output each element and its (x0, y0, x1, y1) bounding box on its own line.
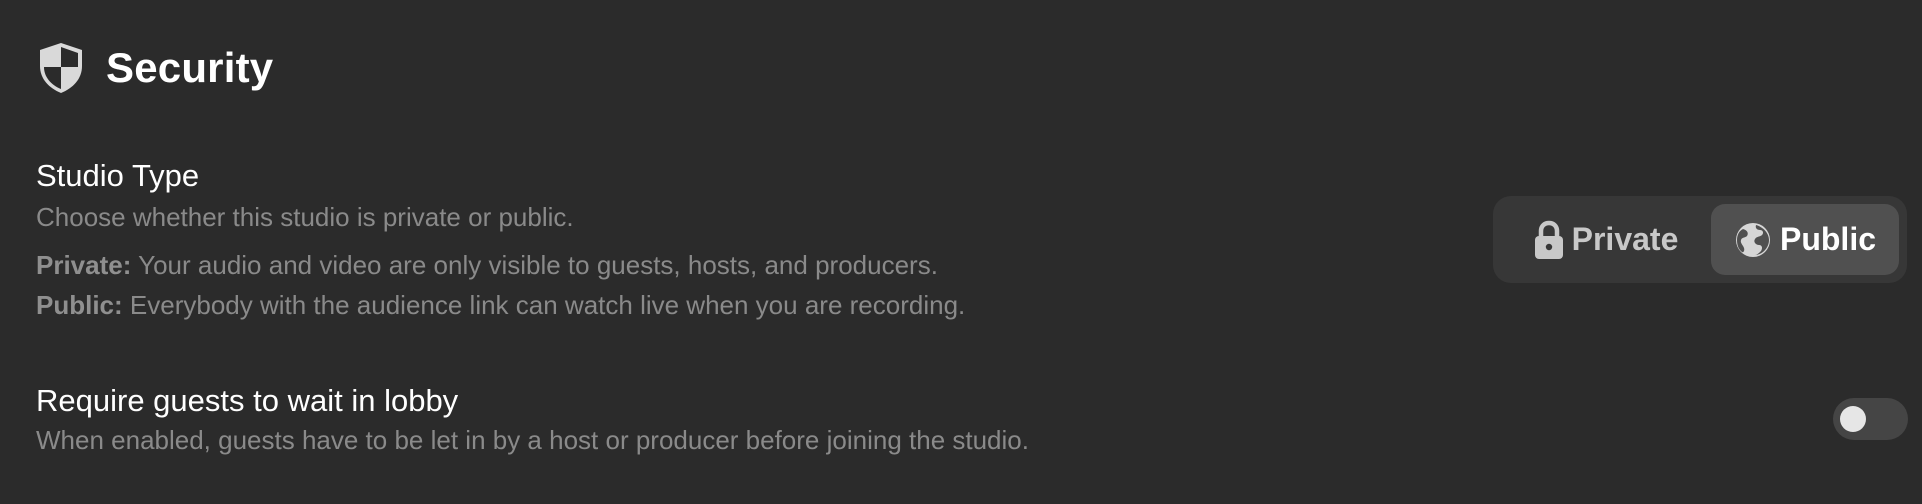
studio-type-setting: Studio Type Choose whether this studio i… (36, 160, 1236, 330)
section-header: Security (38, 42, 273, 94)
private-explanation: Private: Your audio and video are only v… (36, 252, 938, 278)
lobby-title: Require guests to wait in lobby (36, 383, 459, 418)
lobby-description: When enabled, guests have to be let in b… (36, 425, 1029, 455)
shield-icon (40, 43, 82, 93)
toggle-knob (1840, 406, 1866, 432)
studio-type-title: Studio Type (36, 158, 200, 193)
lock-icon (1534, 220, 1563, 259)
private-explanation-label: Private: (36, 250, 132, 280)
section-title: Security (106, 44, 274, 91)
lobby-toggle[interactable] (1833, 398, 1908, 440)
public-option-button[interactable]: Public (1711, 204, 1899, 275)
studio-type-description: Choose whether this studio is private or… (36, 202, 574, 232)
private-option-button[interactable]: Private (1503, 204, 1709, 275)
private-option-label: Private (1571, 221, 1679, 257)
security-settings-page: Security Studio Type Choose whether this… (0, 0, 1922, 504)
lobby-setting: Require guests to wait in lobby When ena… (36, 385, 1236, 455)
public-explanation: Public: Everybody with the audience link… (36, 292, 965, 318)
public-explanation-label: Public: (36, 290, 123, 320)
public-option-label: Public (1779, 221, 1876, 257)
globe-icon (1735, 222, 1770, 257)
public-explanation-text: Everybody with the audience link can wat… (122, 290, 966, 320)
private-explanation-text: Your audio and video are only visible to… (131, 250, 938, 280)
studio-type-segmented-control: Private Public (1493, 196, 1907, 283)
